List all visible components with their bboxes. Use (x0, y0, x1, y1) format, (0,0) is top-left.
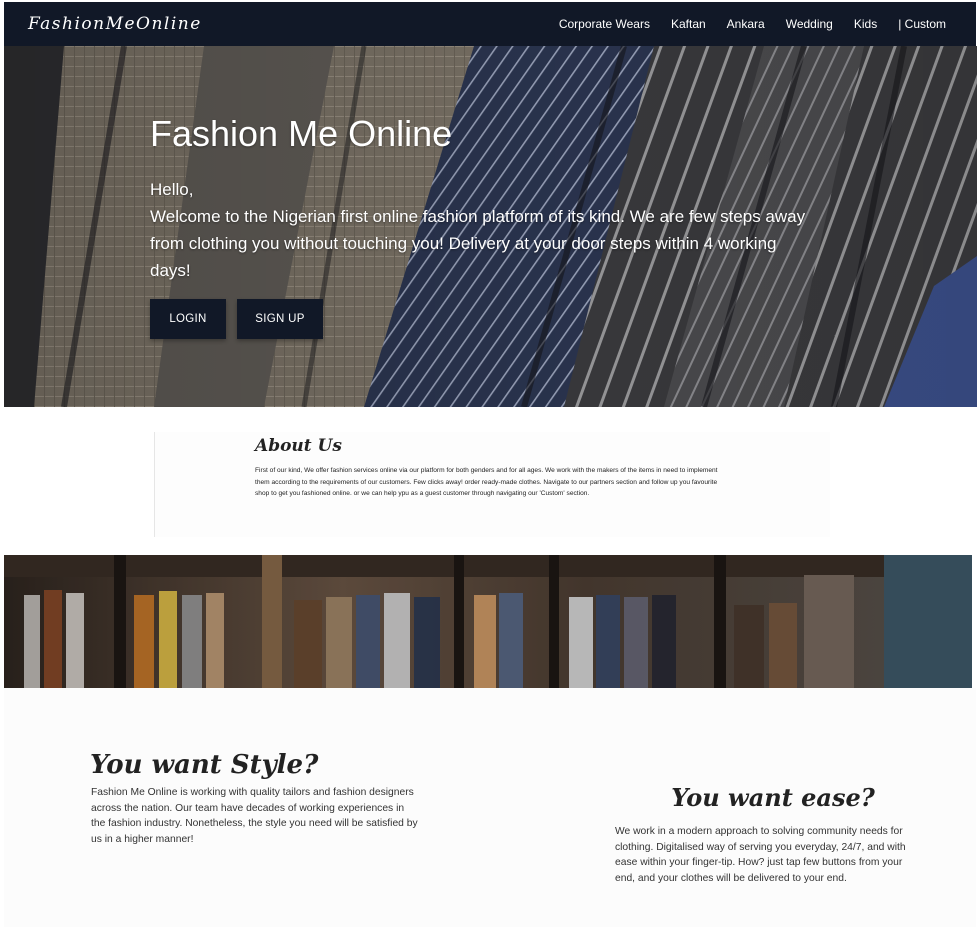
about-text: First of our kind, We offer fashion serv… (255, 467, 718, 497)
about-section: About Us First of our kind, We offer fas… (154, 432, 830, 537)
ease-heading: You want ease? (671, 783, 875, 812)
hero-buttons: LOGIN SIGN UP (150, 299, 323, 339)
top-navbar: FashionMeOnline Corporate Wears Kaftan A… (4, 2, 976, 46)
style-text: Fashion Me Online is working with qualit… (91, 787, 418, 845)
style-heading: You want Style? (90, 750, 319, 780)
ease-card: You want ease? We work in a modern appro… (612, 780, 924, 886)
hero-content: Fashion Me Online Hello, Welcome to the … (150, 112, 820, 284)
about-heading: About Us (255, 436, 342, 456)
nav-link-corporate-wears[interactable]: Corporate Wears (559, 17, 650, 31)
login-button[interactable]: LOGIN (150, 299, 226, 339)
signup-button[interactable]: SIGN UP (237, 299, 323, 339)
nav-links: Corporate Wears Kaftan Ankara Wedding Ki… (538, 17, 946, 31)
style-card: You want Style? Fashion Me Online is wor… (80, 745, 420, 847)
clothing-store-image (4, 555, 972, 688)
brand-logo[interactable]: FashionMeOnline (28, 14, 202, 34)
hero-welcome-text: Welcome to the Nigerian first online fas… (150, 207, 806, 280)
nav-link-ankara[interactable]: Ankara (727, 17, 765, 31)
hero-title: Fashion Me Online (150, 113, 453, 154)
hero-greeting: Hello, (150, 180, 194, 199)
nav-link-custom[interactable]: | Custom (898, 17, 946, 31)
store-banner-image (4, 555, 972, 688)
hero-section: Fashion Me Online Hello, Welcome to the … (4, 46, 977, 407)
nav-link-kaftan[interactable]: Kaftan (671, 17, 706, 31)
nav-link-wedding[interactable]: Wedding (786, 17, 833, 31)
nav-link-kids[interactable]: Kids (854, 17, 877, 31)
ease-text: We work in a modern approach to solving … (615, 826, 906, 884)
